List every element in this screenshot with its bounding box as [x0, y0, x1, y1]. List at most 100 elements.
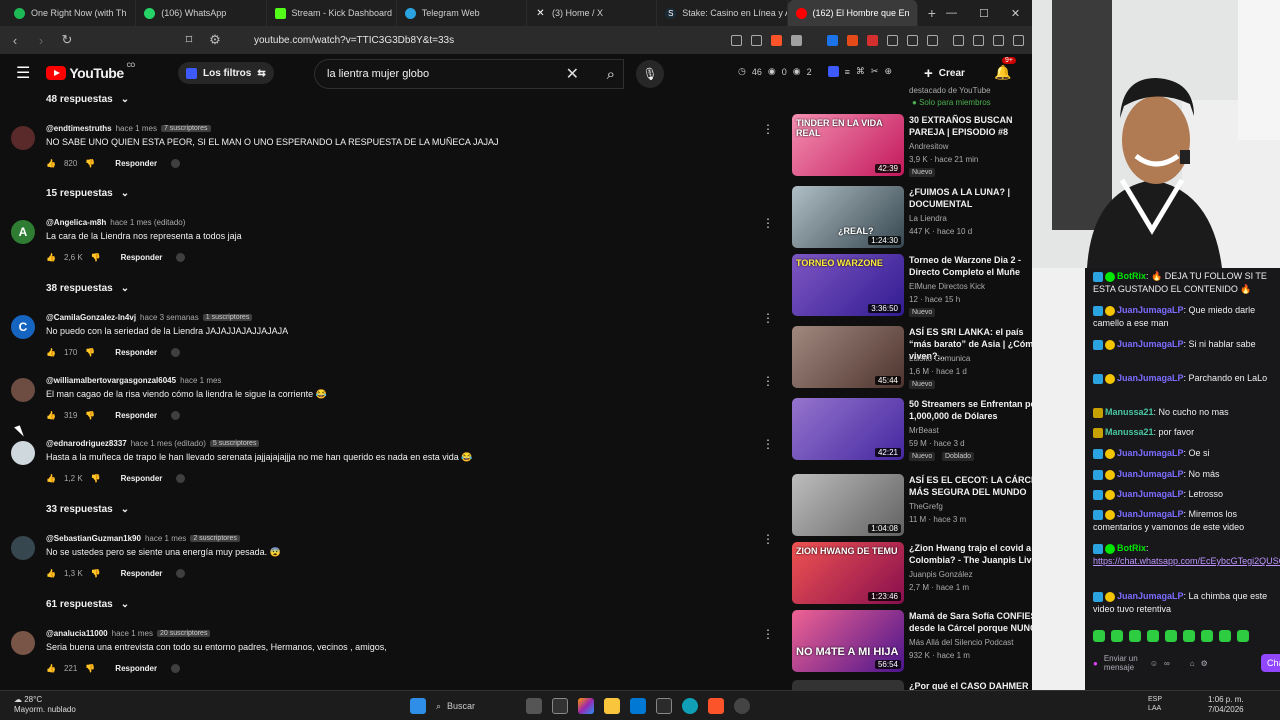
menu-icon[interactable]: ☰ — [16, 63, 30, 83]
clear-search-icon[interactable]: ✕ — [566, 64, 579, 84]
avatar[interactable]: A — [11, 220, 35, 244]
video-thumbnail[interactable] — [792, 680, 904, 690]
emote-icon[interactable] — [1237, 630, 1249, 642]
send-chat-button[interactable]: Cha — [1261, 654, 1280, 672]
chat-username[interactable]: JuanJumagaLP — [1117, 339, 1184, 349]
notifications-bell-icon[interactable]: 🔔 — [994, 64, 1011, 81]
comment-time[interactable]: hace 1 mes (editado) — [131, 439, 206, 448]
chat-username[interactable]: BotRix — [1117, 543, 1146, 553]
channel-name[interactable]: Andresitow — [909, 142, 949, 151]
replies-toggle[interactable]: 38 respuestas ⌄ — [46, 283, 129, 294]
new-tab-button[interactable]: + — [918, 5, 946, 21]
channel-name[interactable]: ElMune Directos Kick — [909, 282, 985, 291]
sidebar-icon[interactable] — [973, 34, 984, 46]
settings-icon[interactable] — [1013, 34, 1024, 46]
windows-start-icon[interactable] — [410, 698, 426, 714]
like-icon[interactable]: 👍 — [46, 348, 56, 357]
bookmark-icon[interactable]: ⌑ — [182, 32, 196, 48]
reply-button[interactable]: Responder — [115, 348, 157, 357]
dislike-icon[interactable]: 👎 — [85, 411, 95, 420]
extension-icon[interactable] — [847, 34, 858, 46]
comment-author[interactable]: @endtimestruths — [46, 124, 112, 133]
chat-username[interactable]: JuanJumagaLP — [1117, 591, 1184, 601]
comment-author[interactable]: @williamalbertovargasgonzal6045 — [46, 376, 176, 385]
reply-button[interactable]: Responder — [121, 474, 163, 483]
reply-button[interactable]: Responder — [121, 569, 163, 578]
weather-widget[interactable]: ☁ 28°C Mayorm. nublado — [14, 695, 76, 715]
replies-toggle[interactable]: 33 respuestas ⌄ — [46, 504, 129, 515]
video-title[interactable]: ASÍ ES EL CECOT: LA CÁRCEL MÁS SEGURA DE… — [909, 474, 1032, 498]
video-title[interactable]: ¿Zion Hwang trajo el covid a Colombia? -… — [909, 542, 1032, 566]
chat-link[interactable]: https://chat.whatsapp.com/EcEybcGTegi2QU… — [1093, 556, 1280, 566]
like-icon[interactable]: 👍 — [46, 253, 56, 262]
system-clock[interactable]: 1:06 p. m. 7/04/2026 — [1208, 695, 1244, 715]
replies-toggle[interactable]: 48 respuestas ⌄ — [46, 94, 129, 105]
comment-time[interactable]: hace 1 mes — [180, 376, 221, 385]
app-icon[interactable] — [734, 698, 750, 714]
chat-username[interactable]: BotRix — [1117, 271, 1146, 281]
ext-toolbar-icon[interactable]: ⌘ — [856, 66, 865, 77]
comment-time[interactable]: hace 1 mes — [116, 124, 157, 133]
chat-username[interactable]: JuanJumagaLP — [1117, 305, 1184, 315]
media-icon[interactable] — [953, 34, 964, 46]
create-button[interactable]: + Crear — [924, 61, 965, 85]
youtube-logo[interactable]: YouTube CO — [46, 63, 135, 81]
like-icon[interactable]: 👍 — [46, 474, 56, 483]
close-window-icon[interactable]: ✕ — [1011, 7, 1020, 20]
channel-name[interactable]: Más Allá del Silencio Podcast — [909, 638, 1014, 647]
related-video[interactable]: NO M4TE A MI HIJA 56:54 Mamá de Sara Sofí… — [792, 610, 1032, 678]
related-video[interactable]: 1:04:08 ASÍ ES EL CECOT: LA CÁRCEL MÁS S… — [792, 474, 1032, 542]
emote-icon[interactable] — [1093, 630, 1105, 642]
ext-toolbar-icon[interactable] — [827, 66, 839, 77]
emote-icon[interactable] — [1147, 630, 1159, 642]
translate-icon[interactable] — [827, 34, 838, 46]
extension-icon[interactable] — [867, 34, 878, 46]
more-options-icon[interactable]: ⋮ — [762, 437, 774, 451]
comment-author[interactable]: @CamilaGonzalez-ln4vj — [46, 313, 136, 322]
like-icon[interactable]: 👍 — [46, 664, 56, 673]
comment-author[interactable]: @ednarodriguez8337 — [46, 439, 127, 448]
avatar[interactable] — [11, 378, 35, 402]
browser-tab-active[interactable]: (162) El Hombre que En✕ — [787, 0, 918, 26]
extension-icon[interactable] — [927, 34, 938, 46]
chat-username[interactable]: JuanJumagaLP — [1117, 373, 1184, 383]
browser-tab[interactable]: S Stake: Casino en Línea y Ap — [657, 0, 788, 26]
emote-icon[interactable] — [1219, 630, 1231, 642]
filters-button[interactable]: Los filtros ⇆ — [178, 62, 274, 84]
reply-button[interactable]: Responder — [115, 664, 157, 673]
comment-time[interactable]: hace 1 mes — [145, 534, 186, 543]
browser-tab[interactable]: (106) WhatsApp — [136, 0, 267, 26]
video-thumbnail[interactable]: ZION HWANG DE TEMU 1:23:46 — [792, 542, 904, 604]
reply-button[interactable]: Responder — [115, 159, 157, 168]
chat-username[interactable]: JuanJumagaLP — [1117, 469, 1184, 479]
language-indicator[interactable]: ESP LAA — [1148, 695, 1162, 713]
site-info-icon[interactable]: ⚙ — [208, 32, 222, 48]
settings-icon[interactable]: ⚙ — [1201, 659, 1208, 668]
list-icon[interactable]: ≡ — [845, 67, 850, 77]
comment-author[interactable]: @SebastianGuzman1k90 — [46, 534, 141, 543]
brave-shield-icon[interactable] — [771, 34, 782, 46]
like-icon[interactable]: 👍 — [46, 159, 56, 168]
video-thumbnail[interactable]: 1:04:08 — [792, 474, 904, 536]
search-input[interactable]: la lientra mujer globo — [327, 68, 429, 80]
video-thumbnail[interactable]: NO M4TE A MI HIJA 56:54 — [792, 610, 904, 672]
video-thumbnail[interactable]: TORNEO WARZONE 3:36:50 — [792, 254, 904, 316]
reply-button[interactable]: Responder — [121, 253, 163, 262]
reply-button[interactable]: Responder — [115, 411, 157, 420]
terminal-icon[interactable] — [656, 698, 672, 714]
wallet-icon[interactable] — [993, 34, 1004, 46]
taskbar-search[interactable]: ⌕ Buscar — [436, 697, 516, 715]
shop-icon[interactable]: ⌂ — [1190, 659, 1195, 668]
video-thumbnail[interactable]: 42:21 — [792, 398, 904, 460]
minimize-icon[interactable]: — — [946, 7, 957, 20]
avatar[interactable] — [11, 441, 35, 465]
avatar[interactable]: C — [11, 315, 35, 339]
chat-username[interactable]: Manussa21 — [1105, 427, 1154, 437]
more-options-icon[interactable]: ⋮ — [762, 311, 774, 325]
channel-name[interactable]: MrBeast — [909, 426, 939, 435]
related-video[interactable]: TORNEO WARZONE 3:36:50 Torneo de Warzone … — [792, 254, 1032, 322]
emote-icon[interactable] — [1165, 630, 1177, 642]
like-icon[interactable]: 👍 — [46, 569, 56, 578]
chat-username[interactable]: JuanJumagaLP — [1117, 509, 1184, 519]
back-icon[interactable]: ‹ — [8, 33, 22, 48]
